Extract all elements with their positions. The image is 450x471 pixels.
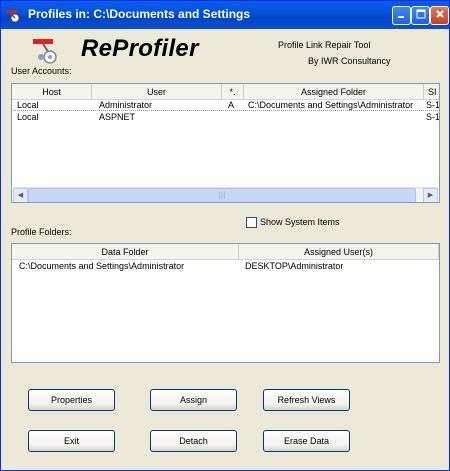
column-header-assigned-folder[interactable]: Assigned Folder (244, 84, 424, 100)
scroll-right-button[interactable]: ▶ (423, 188, 438, 202)
maximize-icon (416, 9, 426, 22)
sid-cell: S-1 (426, 112, 440, 122)
chevron-left-icon: ◀ (17, 191, 24, 199)
user-accounts-label: User Accounts: (11, 66, 72, 76)
reprofiler-icon (6, 7, 22, 23)
show-system-items-label[interactable]: Show System Items (260, 217, 340, 227)
maximize-button[interactable] (411, 6, 430, 25)
table-row[interactable]: Local ASPNET S-1 (13, 112, 440, 124)
show-system-items-checkbox[interactable] (246, 217, 257, 228)
title-bar[interactable]: Profiles in: C:\Documents and Settings (1, 1, 449, 29)
exit-button[interactable]: Exit (28, 430, 115, 452)
app-name: ReProfiler (81, 35, 199, 62)
user-cell: Administrator (99, 100, 153, 110)
user-cell: ASPNET (99, 112, 136, 122)
assign-button[interactable]: Assign (150, 389, 237, 411)
window-title: Profiles in: C:\Documents and Settings (28, 7, 251, 21)
focus-outline (13, 110, 438, 111)
app-window: Profiles in: C:\Documents and Settings R… (0, 0, 450, 471)
column-header-assigned-users[interactable]: Assigned User(s) (239, 244, 439, 260)
chevron-right-icon: ▶ (427, 191, 434, 199)
folder-cell: C:\Documents and Settings\Administrator (248, 100, 414, 110)
data-folder-cell: C:\Documents and Settings\Administrator (19, 261, 185, 271)
scroll-left-button[interactable]: ◀ (13, 188, 28, 202)
app-tagline: Profile Link Repair Tool (278, 40, 371, 50)
grip-icon: ||| (218, 191, 226, 199)
close-icon (435, 9, 445, 22)
table-row[interactable]: C:\Documents and Settings\Administrator … (13, 261, 438, 273)
table-row[interactable]: Local Administrator A C:\Documents and S… (13, 100, 440, 112)
detach-button[interactable]: Detach (150, 430, 237, 452)
scroll-thumb[interactable]: ||| (28, 188, 416, 202)
user-accounts-list[interactable]: Host User *. Assigned Folder SI Local Ad… (11, 83, 440, 203)
column-header-user[interactable]: User (92, 84, 222, 100)
star-cell: A (228, 100, 235, 110)
properties-button[interactable]: Properties (28, 389, 115, 411)
assigned-users-cell: DESKTOP\Administrator (245, 261, 344, 271)
horizontal-scrollbar[interactable]: ◀ ||| ▶ (13, 187, 438, 202)
refresh-views-button[interactable]: Refresh Views (263, 389, 350, 411)
column-header-sid[interactable]: SI (424, 84, 439, 100)
sid-cell: S-1 (426, 100, 440, 110)
app-author: By IWR Consultancy (308, 56, 391, 66)
erase-data-button[interactable]: Erase Data (263, 430, 350, 452)
reprofiler-logo-icon (31, 37, 59, 65)
host-cell: Local (17, 112, 39, 122)
profile-folders-label: Profile Folders: (11, 227, 72, 237)
host-cell: Local (17, 100, 39, 110)
minimize-button[interactable] (392, 6, 411, 25)
minimize-icon (397, 9, 406, 22)
column-header-star[interactable]: *. (222, 84, 244, 100)
profile-folders-list[interactable]: Data Folder Assigned User(s) C:\Document… (11, 243, 440, 363)
column-header-data-folder[interactable]: Data Folder (12, 244, 239, 260)
column-header-host[interactable]: Host (12, 84, 92, 100)
close-button[interactable] (430, 6, 449, 25)
